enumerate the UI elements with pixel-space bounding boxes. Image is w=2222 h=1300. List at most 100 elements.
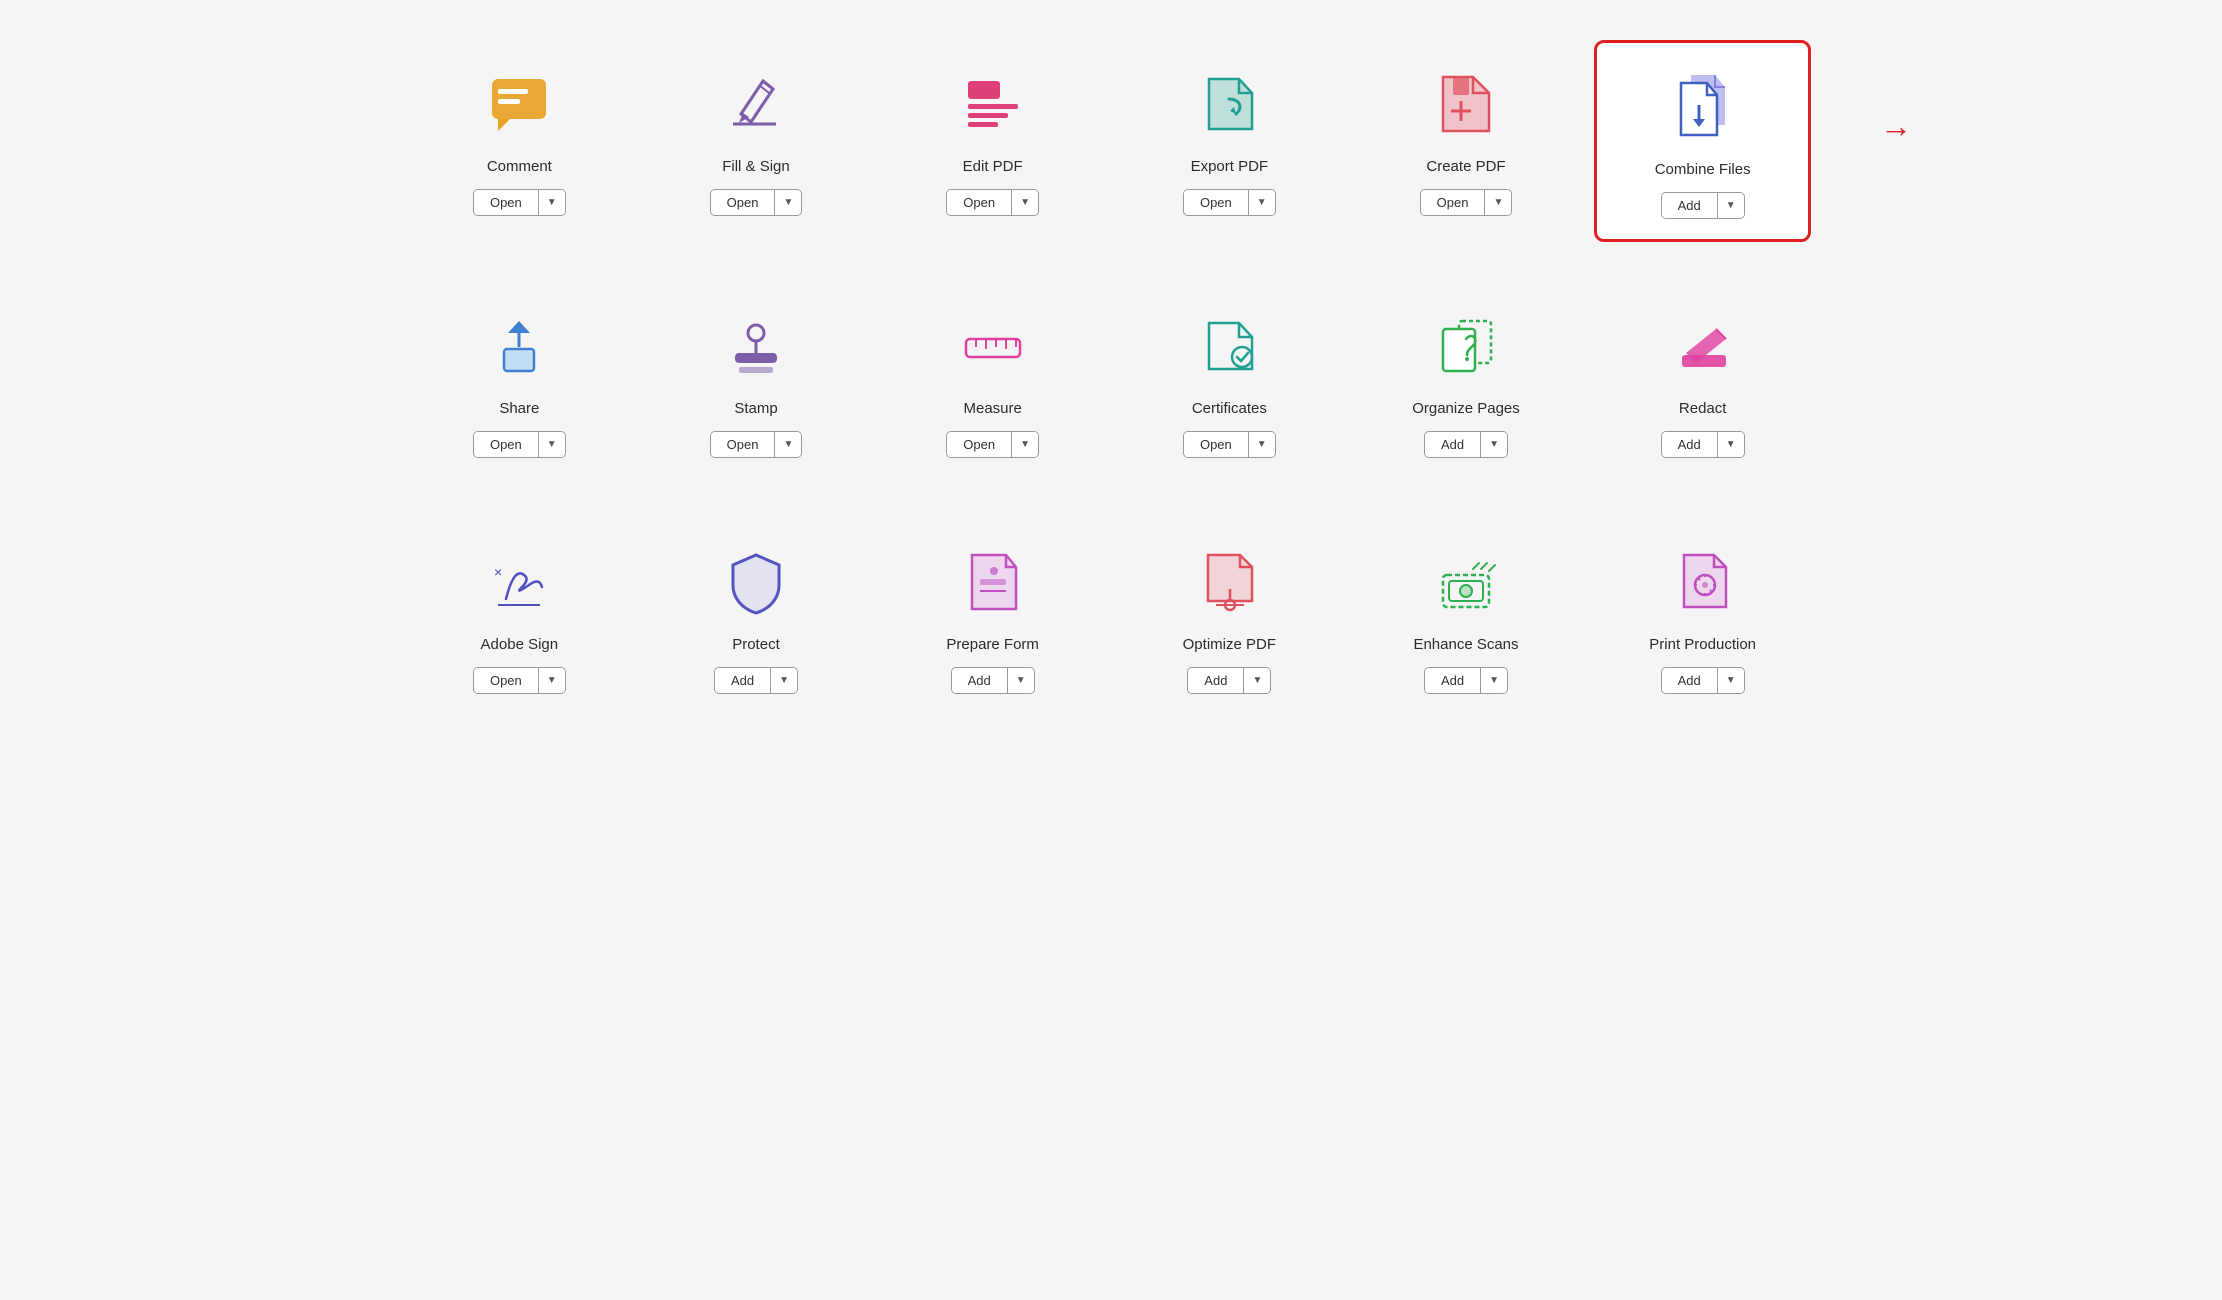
organize-pages-btn-group[interactable]: Add ▼ xyxy=(1424,431,1508,458)
measure-icon xyxy=(953,306,1033,386)
create-pdf-btn-group[interactable]: Open ▼ xyxy=(1420,189,1513,216)
prepare-form-add-btn[interactable]: Add xyxy=(952,668,1007,693)
fill-sign-dropdown-btn[interactable]: ▼ xyxy=(774,190,801,215)
adobe-sign-label: Adobe Sign xyxy=(481,636,559,653)
edit-pdf-label: Edit PDF xyxy=(963,158,1023,175)
certificates-label: Certificates xyxy=(1192,400,1267,417)
redact-btn-group[interactable]: Add ▼ xyxy=(1661,431,1745,458)
enhance-scans-dropdown-btn[interactable]: ▼ xyxy=(1480,668,1507,693)
stamp-label: Stamp xyxy=(734,400,777,417)
fill-sign-btn-group[interactable]: Open ▼ xyxy=(710,189,803,216)
combine-files-arrow: → xyxy=(1880,108,1912,145)
tool-create-pdf: Create PDF Open ▼ xyxy=(1358,40,1575,242)
fill-sign-open-btn[interactable]: Open xyxy=(711,190,775,215)
export-pdf-open-btn[interactable]: Open xyxy=(1184,190,1248,215)
comment-dropdown-btn[interactable]: ▼ xyxy=(538,190,565,215)
enhance-scans-add-btn[interactable]: Add xyxy=(1425,668,1480,693)
protect-icon xyxy=(716,542,796,622)
edit-pdf-open-btn[interactable]: Open xyxy=(947,190,1011,215)
redact-label: Redact xyxy=(1679,400,1727,417)
organize-pages-add-btn[interactable]: Add xyxy=(1425,432,1480,457)
combine-files-dropdown-btn[interactable]: ▼ xyxy=(1717,193,1744,218)
redact-add-btn[interactable]: Add xyxy=(1662,432,1717,457)
stamp-dropdown-btn[interactable]: ▼ xyxy=(774,432,801,457)
organize-pages-label: Organize Pages xyxy=(1412,400,1520,417)
measure-open-btn[interactable]: Open xyxy=(947,432,1011,457)
share-open-btn[interactable]: Open xyxy=(474,432,538,457)
comment-open-btn[interactable]: Open xyxy=(474,190,538,215)
create-pdf-open-btn[interactable]: Open xyxy=(1421,190,1485,215)
export-pdf-dropdown-btn[interactable]: ▼ xyxy=(1248,190,1275,215)
tool-measure: Measure Open ▼ xyxy=(884,282,1101,478)
tool-prepare-form: Prepare Form Add ▼ xyxy=(884,518,1101,714)
create-pdf-icon xyxy=(1426,64,1506,144)
certificates-dropdown-btn[interactable]: ▼ xyxy=(1248,432,1275,457)
create-pdf-label: Create PDF xyxy=(1426,158,1505,175)
export-pdf-btn-group[interactable]: Open ▼ xyxy=(1183,189,1276,216)
optimize-pdf-add-btn[interactable]: Add xyxy=(1188,668,1243,693)
export-pdf-icon xyxy=(1189,64,1269,144)
measure-label: Measure xyxy=(963,400,1021,417)
measure-btn-group[interactable]: Open ▼ xyxy=(946,431,1039,458)
redact-dropdown-btn[interactable]: ▼ xyxy=(1717,432,1744,457)
prepare-form-dropdown-btn[interactable]: ▼ xyxy=(1007,668,1034,693)
print-production-icon xyxy=(1663,542,1743,622)
organize-pages-icon xyxy=(1426,306,1506,386)
svg-text:×: × xyxy=(494,564,502,580)
stamp-btn-group[interactable]: Open ▼ xyxy=(710,431,803,458)
adobe-sign-open-btn[interactable]: Open xyxy=(474,668,538,693)
stamp-icon xyxy=(716,306,796,386)
share-icon xyxy=(479,306,559,386)
comment-label: Comment xyxy=(487,158,552,175)
optimize-pdf-label: Optimize PDF xyxy=(1183,636,1276,653)
tool-certificates: Certificates Open ▼ xyxy=(1121,282,1338,478)
print-production-btn-group[interactable]: Add ▼ xyxy=(1661,667,1745,694)
adobe-sign-dropdown-btn[interactable]: ▼ xyxy=(538,668,565,693)
optimize-pdf-dropdown-btn[interactable]: ▼ xyxy=(1243,668,1270,693)
tool-export-pdf: Export PDF Open ▼ xyxy=(1121,40,1338,242)
print-production-dropdown-btn[interactable]: ▼ xyxy=(1717,668,1744,693)
adobe-sign-btn-group[interactable]: Open ▼ xyxy=(473,667,566,694)
comment-btn-group[interactable]: Open ▼ xyxy=(473,189,566,216)
tools-grid: Comment Open ▼ Fill & Sign Open ▼ xyxy=(411,40,1811,714)
combine-files-label: Combine Files xyxy=(1655,161,1751,178)
edit-pdf-icon xyxy=(953,64,1033,144)
optimize-pdf-icon xyxy=(1189,542,1269,622)
organize-pages-dropdown-btn[interactable]: ▼ xyxy=(1480,432,1507,457)
protect-label: Protect xyxy=(732,636,780,653)
tool-fill-sign: Fill & Sign Open ▼ xyxy=(648,40,865,242)
share-dropdown-btn[interactable]: ▼ xyxy=(538,432,565,457)
protect-dropdown-btn[interactable]: ▼ xyxy=(770,668,797,693)
tool-edit-pdf: Edit PDF Open ▼ xyxy=(884,40,1101,242)
enhance-scans-btn-group[interactable]: Add ▼ xyxy=(1424,667,1508,694)
share-btn-group[interactable]: Open ▼ xyxy=(473,431,566,458)
certificates-open-btn[interactable]: Open xyxy=(1184,432,1248,457)
prepare-form-label: Prepare Form xyxy=(946,636,1039,653)
protect-btn-group[interactable]: Add ▼ xyxy=(714,667,798,694)
measure-dropdown-btn[interactable]: ▼ xyxy=(1011,432,1038,457)
enhance-scans-icon xyxy=(1426,542,1506,622)
tool-adobe-sign: × Adobe Sign Open ▼ xyxy=(411,518,628,714)
fill-sign-icon xyxy=(716,64,796,144)
edit-pdf-dropdown-btn[interactable]: ▼ xyxy=(1011,190,1038,215)
adobe-sign-icon: × xyxy=(479,542,559,622)
redact-icon xyxy=(1663,306,1743,386)
tool-organize-pages: Organize Pages Add ▼ xyxy=(1358,282,1575,478)
enhance-scans-label: Enhance Scans xyxy=(1413,636,1518,653)
certificates-icon xyxy=(1189,306,1269,386)
prepare-form-btn-group[interactable]: Add ▼ xyxy=(951,667,1035,694)
protect-add-btn[interactable]: Add xyxy=(715,668,770,693)
tool-print-production: Print Production Add ▼ xyxy=(1594,518,1811,714)
certificates-btn-group[interactable]: Open ▼ xyxy=(1183,431,1276,458)
print-production-add-btn[interactable]: Add xyxy=(1662,668,1717,693)
fill-sign-label: Fill & Sign xyxy=(722,158,790,175)
create-pdf-dropdown-btn[interactable]: ▼ xyxy=(1484,190,1511,215)
optimize-pdf-btn-group[interactable]: Add ▼ xyxy=(1187,667,1271,694)
combine-files-add-btn[interactable]: Add xyxy=(1662,193,1717,218)
tool-combine-files: Combine Files Add ▼ xyxy=(1594,40,1811,242)
tool-stamp: Stamp Open ▼ xyxy=(648,282,865,478)
combine-files-btn-group[interactable]: Add ▼ xyxy=(1661,192,1745,219)
tool-protect: Protect Add ▼ xyxy=(648,518,865,714)
stamp-open-btn[interactable]: Open xyxy=(711,432,775,457)
edit-pdf-btn-group[interactable]: Open ▼ xyxy=(946,189,1039,216)
